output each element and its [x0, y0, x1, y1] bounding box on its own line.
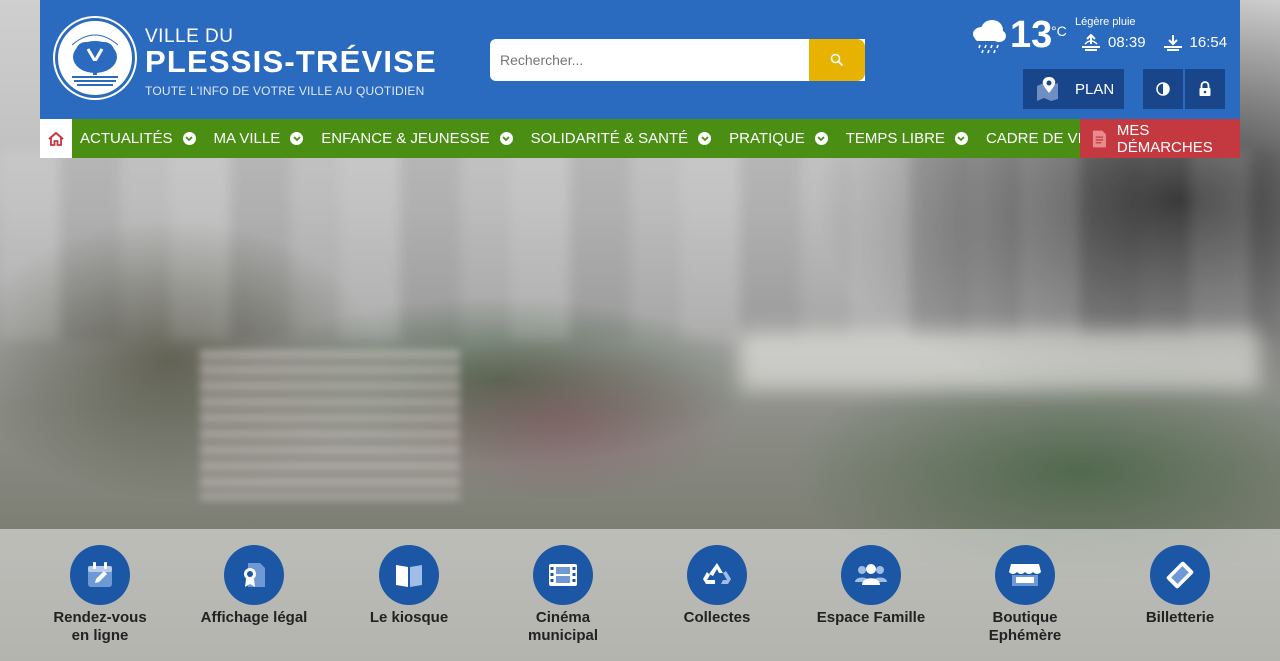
map-plan-button[interactable]: PLAN — [1023, 69, 1124, 109]
quick-links-bar: Rendez-vous en ligne Affichage légal Le … — [0, 529, 1280, 661]
ticket-icon — [1166, 561, 1194, 589]
nav-item-actualites[interactable]: ACTUALITÉS — [72, 119, 206, 158]
login-button[interactable] — [1185, 69, 1225, 109]
cloud-rain-icon — [973, 20, 1006, 54]
nav-item-pratique[interactable]: PRATIQUE — [721, 119, 838, 158]
search-button[interactable] — [809, 39, 865, 81]
quick-link-circle — [841, 545, 901, 605]
nav-item-label: MA VILLE — [213, 130, 281, 147]
quick-link-label: Espace Famille — [816, 609, 926, 626]
weather-description: Légère pluie — [1075, 16, 1136, 28]
book-open-icon — [396, 565, 422, 587]
map-plan-label: PLAN — [1075, 80, 1115, 98]
quick-link-le-kiosque[interactable]: Le kiosque — [334, 545, 484, 627]
quick-link-label: Collectes — [683, 609, 751, 626]
recycle-icon — [703, 563, 731, 584]
sunset-time: 16:54 — [1189, 33, 1228, 51]
lock-icon — [1199, 81, 1211, 96]
quick-link-circle — [687, 545, 747, 605]
tree-logo-icon — [60, 23, 130, 93]
nav-item-solidarite-sante[interactable]: SOLIDARITÉ & SANTÉ — [523, 119, 722, 158]
shop-icon — [1009, 564, 1041, 586]
quick-link-label: Boutique Ephémère — [988, 609, 1062, 644]
search-icon — [830, 53, 844, 67]
nav-item-label: CADRE DE VIE — [985, 130, 1092, 147]
nav-item-label: PRATIQUE — [729, 130, 805, 147]
quick-link-label: Rendez-vous en ligne — [53, 609, 147, 644]
quick-link-label: Billetterie — [1145, 609, 1215, 626]
hero-building-blur — [0, 150, 1280, 340]
brand-name[interactable]: PLESSIS-TRÉVISE — [145, 44, 437, 80]
sun-times: 08:39 16:54 — [1080, 31, 1243, 53]
quick-link-label: Affichage légal — [200, 609, 308, 626]
hero-stairs-blur — [200, 350, 460, 500]
quick-link-circle — [379, 545, 439, 605]
quick-link-circle — [224, 545, 284, 605]
quick-link-rendez-vous[interactable]: Rendez-vous en ligne — [25, 545, 175, 645]
quick-link-cinema[interactable]: Cinéma municipal — [488, 545, 638, 645]
chevron-down-icon — [182, 132, 196, 145]
home-icon — [48, 131, 64, 146]
chevron-down-icon — [814, 132, 828, 145]
home-button[interactable] — [40, 119, 72, 158]
temperature-value: 13 — [1010, 14, 1053, 56]
nav-item-label: TEMPS LIBRE — [845, 130, 945, 147]
quick-link-espace-famille[interactable]: Espace Famille — [796, 545, 946, 627]
quick-link-billetterie[interactable]: Billetterie — [1105, 545, 1255, 627]
chevron-down-icon — [499, 132, 513, 145]
map-marker-icon — [1037, 77, 1058, 101]
search-input[interactable] — [490, 52, 800, 68]
quick-link-label: Le kiosque — [369, 609, 449, 626]
nav-item-temps-libre[interactable]: TEMPS LIBRE — [838, 119, 978, 158]
sunrise-time: 08:39 — [1108, 33, 1146, 51]
mes-demarches-button[interactable]: MES DÉMARCHES — [1080, 119, 1240, 158]
contrast-icon — [1156, 82, 1170, 96]
temperature-unit: °C — [1051, 23, 1067, 39]
nav-item-enfance-jeunesse[interactable]: ENFANCE & JEUNESSE — [313, 119, 522, 158]
film-icon — [549, 564, 577, 586]
mes-demarches-label: MES DÉMARCHES — [1116, 121, 1213, 156]
hero-wall-blur — [740, 330, 1260, 390]
sunset-icon — [1163, 35, 1182, 51]
certificate-document-icon — [244, 563, 265, 587]
chevron-down-icon — [290, 132, 304, 145]
quick-link-circle — [533, 545, 593, 605]
contrast-button[interactable] — [1143, 69, 1183, 109]
nav-item-ma-ville[interactable]: MA VILLE — [206, 119, 314, 158]
family-icon — [855, 564, 887, 585]
city-logo[interactable] — [55, 18, 135, 98]
quick-link-affichage-legal[interactable]: Affichage légal — [179, 545, 329, 627]
chevron-down-icon — [954, 132, 968, 145]
sunrise-icon — [1082, 33, 1100, 51]
main-navigation: ACTUALITÉS MA VILLE ENFANCE & JEUNESSE S… — [40, 119, 1240, 158]
document-icon — [1092, 130, 1106, 147]
site-header: VILLE DU PLESSIS-TRÉVISE TOUTE L'INFO DE… — [40, 0, 1240, 119]
quick-link-circle — [995, 545, 1055, 605]
nav-item-label: SOLIDARITÉ & SANTÉ — [530, 130, 689, 147]
quick-link-label: Cinéma municipal — [527, 609, 598, 644]
calendar-edit-icon — [88, 562, 112, 587]
quick-link-circle — [1150, 545, 1210, 605]
nav-item-label: ACTUALITÉS — [80, 130, 173, 147]
quick-link-collectes[interactable]: Collectes — [642, 545, 792, 627]
quick-link-boutique-ephemere[interactable]: Boutique Ephémère — [950, 545, 1100, 645]
brand-tagline: TOUTE L'INFO DE VOTRE VILLE AU QUOTIDIEN — [145, 84, 425, 98]
nav-item-label: ENFANCE & JEUNESSE — [321, 130, 490, 147]
quick-link-circle — [70, 545, 130, 605]
chevron-down-icon — [698, 132, 712, 145]
